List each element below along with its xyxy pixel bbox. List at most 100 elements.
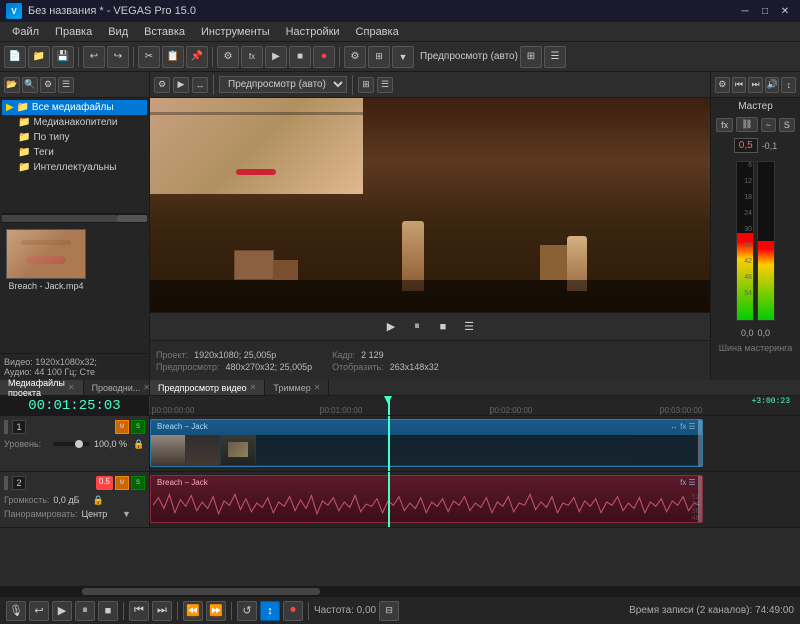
timeline-scroll-thumb[interactable]: [82, 588, 321, 595]
master-tb-btn2[interactable]: ⏮: [732, 77, 747, 93]
preview-tb-grid[interactable]: ⊞: [358, 77, 374, 93]
menu-edit[interactable]: Правка: [47, 24, 100, 40]
tab-trimmer-close[interactable]: ✕: [314, 383, 321, 392]
tab-preview-close[interactable]: ✕: [250, 383, 257, 392]
preview-tb-btn2[interactable]: ▶: [173, 77, 189, 93]
track-2-mute-btn[interactable]: M: [115, 476, 129, 490]
menu-settings[interactable]: Настройки: [278, 24, 348, 40]
undo-button[interactable]: ↩: [83, 46, 105, 68]
track-2-lock-icon[interactable]: 🔒: [92, 494, 104, 506]
timeline-scrollbar[interactable]: [0, 586, 800, 596]
track-1-lock-icon[interactable]: 🔒: [133, 438, 145, 450]
transport-stop-btn[interactable]: ■: [98, 601, 118, 621]
preview-play-button[interactable]: ▶: [381, 317, 401, 337]
preview-mode-select[interactable]: Предпросмотр (авто) Хорошее качество: [219, 76, 347, 93]
transport-pause-btn[interactable]: ⏸: [75, 601, 95, 621]
tree-item-all-media[interactable]: ▶ 📁 Все медиафайлы: [2, 100, 147, 115]
transport-mic-btn[interactable]: 🎙: [6, 601, 26, 621]
record-toolbar-button[interactable]: ⏺: [313, 46, 335, 68]
track-1-timeline[interactable]: Breach – Jack ↔ fx ☰: [150, 416, 800, 471]
open-button[interactable]: 📁: [28, 46, 50, 68]
properties-button[interactable]: ☰: [544, 46, 566, 68]
clip-2-icon-fx[interactable]: fx: [680, 478, 686, 487]
master-chain-button[interactable]: ⛓: [736, 117, 757, 132]
transport-record-btn[interactable]: ⏺: [283, 601, 303, 621]
transport-prev-frame-btn[interactable]: ⏮: [129, 601, 149, 621]
transport-play-btn[interactable]: ▶: [52, 601, 72, 621]
track-drag-handle[interactable]: [4, 420, 8, 434]
tab-explorer[interactable]: Проводни... ✕: [84, 380, 159, 395]
tab-explorer-close[interactable]: ✕: [143, 383, 150, 392]
media-tb-btn-3[interactable]: ⚙: [40, 77, 56, 93]
tree-item-storage[interactable]: 📁 Медианакопители: [14, 115, 147, 130]
master-fx-button[interactable]: fx: [716, 118, 733, 132]
clip-1-icon-menu[interactable]: ☰: [688, 422, 695, 431]
timeline-ruler-container[interactable]: 00:00:00:00 00:01:00:00 00:02:00:00 00:0…: [150, 396, 800, 415]
marker-button[interactable]: ▼: [392, 46, 414, 68]
preview-pause-button[interactable]: ⏸: [407, 317, 427, 337]
close-button[interactable]: ✕: [776, 3, 794, 19]
menu-file[interactable]: Файл: [4, 24, 47, 40]
grid-button[interactable]: ⊞: [520, 46, 542, 68]
minimize-button[interactable]: ─: [736, 3, 754, 19]
media-tb-btn-1[interactable]: 📂: [4, 77, 20, 93]
tree-item-tags[interactable]: 📁 Теги: [14, 145, 147, 160]
snap-button[interactable]: ⊞: [368, 46, 390, 68]
transport-next-frame-btn[interactable]: ⏭: [152, 601, 172, 621]
media-tb-btn-4[interactable]: ☰: [58, 77, 74, 93]
master-eq-button[interactable]: ~: [761, 118, 776, 132]
track-2-pan-icon[interactable]: ▼: [121, 508, 133, 520]
tree-scrollbar[interactable]: [2, 213, 147, 223]
media-file-item[interactable]: Breach - Jack.mp4: [4, 227, 88, 349]
play-toolbar-button[interactable]: ▶: [265, 46, 287, 68]
track-2-solo-btn[interactable]: S: [131, 476, 145, 490]
preview-tb-btn3[interactable]: ↔: [192, 77, 208, 93]
clip-1-handle[interactable]: [698, 420, 702, 466]
track-1-mute-btn[interactable]: M: [115, 420, 129, 434]
tree-item-by-type[interactable]: 📁 По типу: [14, 130, 147, 145]
stop-toolbar-button[interactable]: ■: [289, 46, 311, 68]
track-1-level-slider[interactable]: [53, 442, 90, 446]
audio-clip-handle[interactable]: [698, 476, 702, 522]
menu-view[interactable]: Вид: [100, 24, 136, 40]
preview-stop-button[interactable]: ■: [433, 317, 453, 337]
master-tb-btn4[interactable]: 🔊: [765, 77, 780, 93]
transport-rewind-btn[interactable]: ↩: [29, 601, 49, 621]
transport-next-marker-btn[interactable]: ⏩: [206, 601, 226, 621]
transport-cursor-btn[interactable]: ↕: [260, 601, 280, 621]
cut-button[interactable]: ✂: [138, 46, 160, 68]
maximize-button[interactable]: □: [756, 3, 774, 19]
redo-button[interactable]: ↪: [107, 46, 129, 68]
tab-media-files[interactable]: Медиафайлы проекта ✕: [0, 380, 84, 395]
audio-clip-1[interactable]: Breach – Jack fx ☰ 12243648: [150, 475, 703, 523]
clip-1-icon-resize[interactable]: ↔: [670, 422, 678, 431]
track-2-timeline[interactable]: Breach – Jack fx ☰ 12243648: [150, 472, 800, 527]
preview-menu-button[interactable]: ☰: [459, 317, 479, 337]
paste-button[interactable]: 📌: [186, 46, 208, 68]
master-tb-btn1[interactable]: ⚙: [715, 77, 730, 93]
clip-1-icon-fx[interactable]: fx: [680, 422, 686, 431]
transport-loop-btn[interactable]: ↺: [237, 601, 257, 621]
fx-button[interactable]: fx: [241, 46, 263, 68]
tree-item-smart[interactable]: 📁 Интеллектуальны: [14, 160, 147, 175]
copy-button[interactable]: 📋: [162, 46, 184, 68]
clip-2-icon-menu[interactable]: ☰: [688, 478, 695, 487]
preview-tb-props[interactable]: ☰: [377, 77, 393, 93]
freq-icon-btn[interactable]: ⊟: [379, 601, 399, 621]
tab-trimmer[interactable]: Триммер ✕: [265, 380, 329, 395]
video-clip-1[interactable]: Breach – Jack ↔ fx ☰: [150, 419, 703, 467]
menu-tools[interactable]: Инструменты: [193, 24, 278, 40]
master-mute-button[interactable]: S: [779, 118, 795, 132]
tab-media-close[interactable]: ✕: [68, 383, 75, 392]
preview-tb-settings[interactable]: ⚙: [154, 77, 170, 93]
preview-settings-button[interactable]: ⚙: [344, 46, 366, 68]
tab-preview-video[interactable]: Предпросмотр видео ✕: [150, 380, 265, 395]
media-tb-btn-2[interactable]: 🔍: [22, 77, 38, 93]
track-1-solo-btn[interactable]: S: [131, 420, 145, 434]
menu-insert[interactable]: Вставка: [136, 24, 193, 40]
master-tb-btn3[interactable]: ⏭: [748, 77, 763, 93]
master-tb-btn5[interactable]: ↕: [781, 77, 796, 93]
menu-help[interactable]: Справка: [348, 24, 407, 40]
transport-prev-marker-btn[interactable]: ⏪: [183, 601, 203, 621]
save-button[interactable]: 💾: [52, 46, 74, 68]
